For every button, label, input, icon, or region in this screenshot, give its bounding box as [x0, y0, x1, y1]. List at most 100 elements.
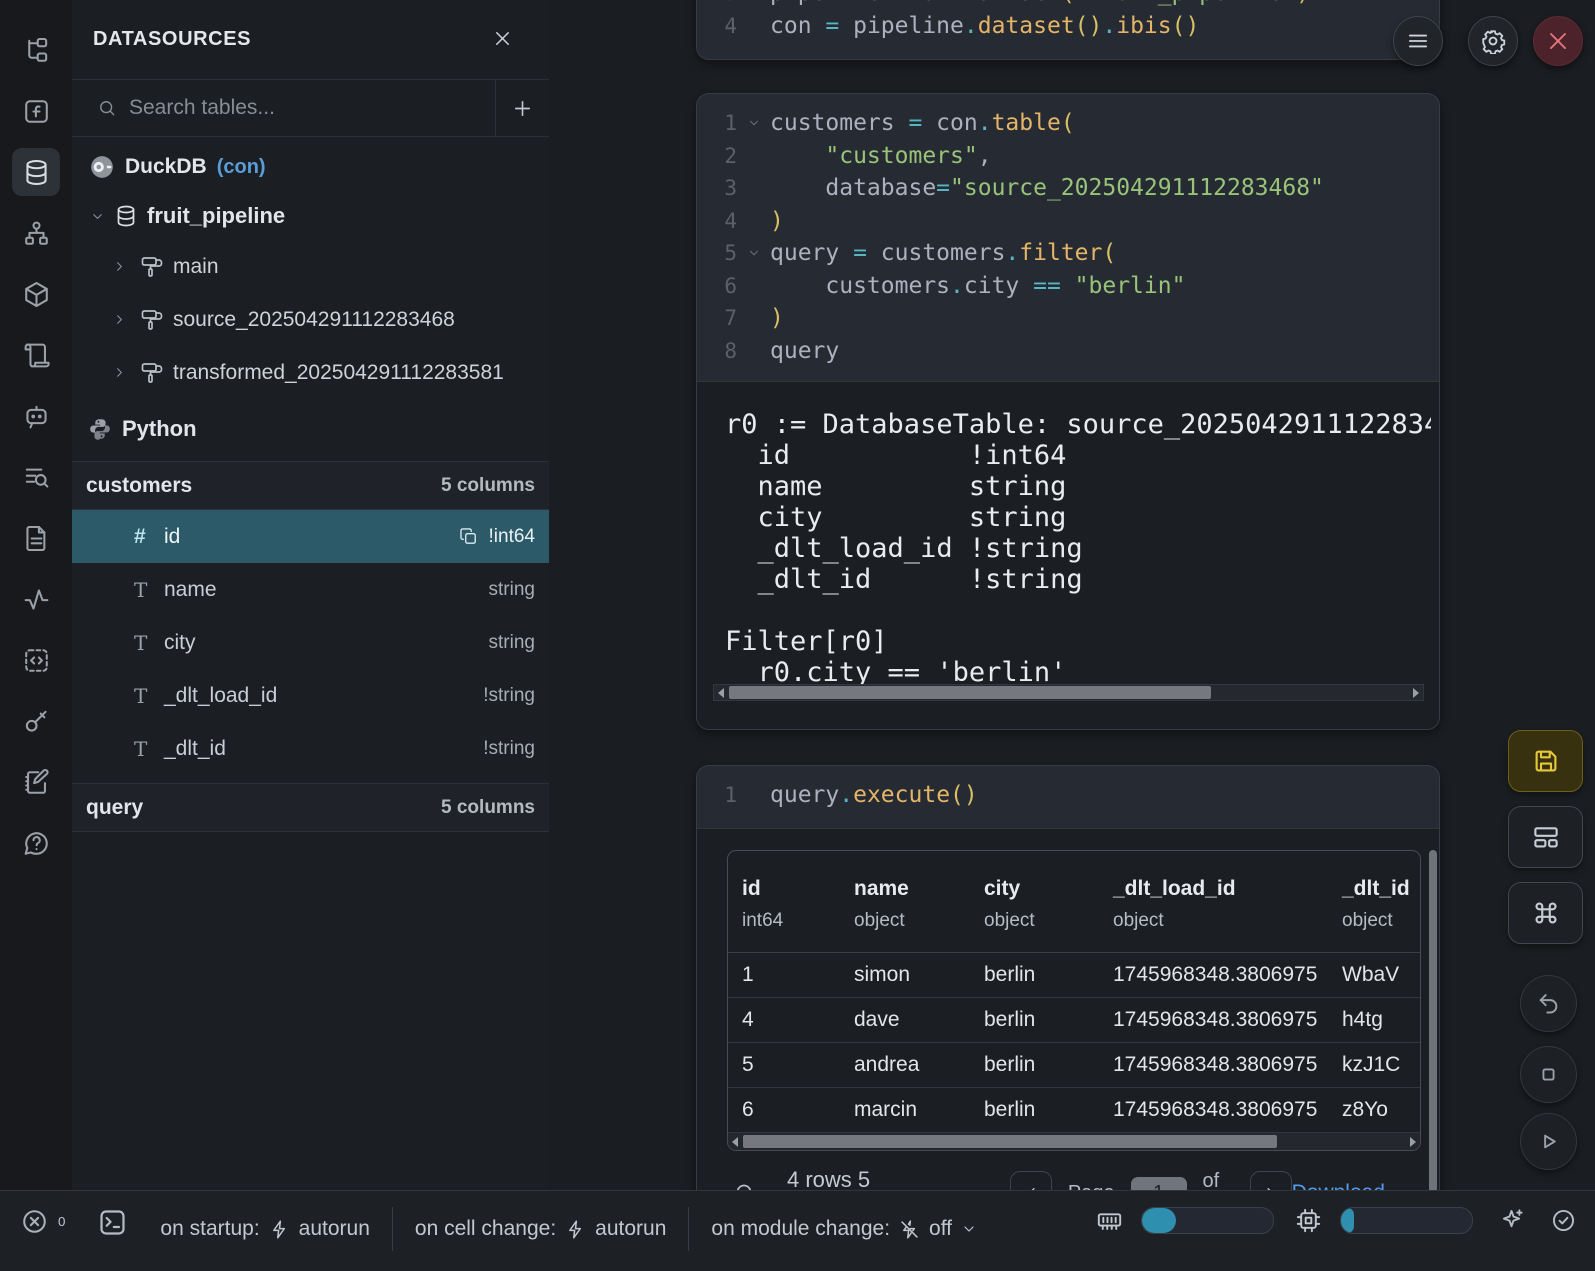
rail-item-code-block[interactable]: [12, 636, 60, 684]
table-cell: 1745968348.3806975: [1099, 1008, 1328, 1032]
statusbar-autorun-setting[interactable]: on cell change:autorun: [415, 1217, 667, 1241]
column-row-_dlt_load_id[interactable]: T_dlt_load_id!string: [72, 669, 549, 722]
connection-duckdb[interactable]: DuckDB(con): [72, 142, 549, 192]
line-number: 8: [697, 339, 737, 363]
rail-item-org-chart[interactable]: [12, 209, 60, 257]
code-cell-1[interactable]: 3pipeline = dlt.attach("fruit_pipeline")…: [696, 0, 1440, 60]
status-bar: 0 on startup:autorun on cell change:autor…: [0, 1190, 1595, 1271]
column-name-label: _dlt_id: [164, 737, 483, 761]
python-section[interactable]: Python: [72, 405, 549, 453]
settings-button[interactable]: [1468, 16, 1518, 66]
layout-toggle-button[interactable]: [1508, 806, 1583, 868]
cell-2-editor[interactable]: 1customers = con.table(2 "customers",3 d…: [697, 94, 1439, 381]
table-header-city[interactable]: cityobject: [970, 877, 1099, 952]
page-select[interactable]: 1: [1131, 1177, 1187, 1191]
rail-item-file-tree[interactable]: [12, 26, 60, 74]
close-panel-button[interactable]: [492, 28, 513, 52]
scrollbar-thumb[interactable]: [743, 1135, 1277, 1148]
table-cell: berlin: [970, 1008, 1099, 1032]
statusbar-off-setting[interactable]: on module change:off: [711, 1217, 977, 1241]
rail-item-function[interactable]: [12, 87, 60, 135]
column-row-city[interactable]: Tcitystring: [72, 616, 549, 669]
rail-item-file-text[interactable]: [12, 514, 60, 562]
table-row[interactable]: 1simonberlin1745968348.3806975WbaV: [728, 953, 1420, 998]
add-datasource-button[interactable]: [495, 80, 549, 136]
code-cell-2[interactable]: 1customers = con.table(2 "customers",3 d…: [696, 93, 1440, 730]
download-link[interactable]: Download: [1292, 1181, 1407, 1190]
table-section-query[interactable]: query5 columns: [72, 783, 549, 832]
table-header-_dlt_id[interactable]: _dlt_idobject: [1328, 877, 1421, 952]
table-header-name[interactable]: nameobject: [840, 877, 970, 952]
terminal-button[interactable]: [97, 1207, 128, 1238]
rail-item-list-search[interactable]: [12, 453, 60, 501]
scroll-left-arrow[interactable]: [728, 1133, 742, 1150]
rail-item-notebook-pen[interactable]: [12, 758, 60, 806]
org-chart-icon: [22, 219, 51, 248]
schema-item-transformed_202504291112283581[interactable]: transformed_202504291112283581: [72, 346, 549, 399]
scrollbar-thumb[interactable]: [729, 686, 1211, 699]
stop-button[interactable]: [1520, 1046, 1577, 1103]
table-row[interactable]: 5andreaberlin1745968348.3806975kzJ1C: [728, 1043, 1420, 1088]
output-vertical-scrollbar[interactable]: [1429, 850, 1437, 1190]
run-button[interactable]: [1520, 1113, 1577, 1170]
cell-1-editor[interactable]: 3pipeline = dlt.attach("fruit_pipeline")…: [697, 0, 1439, 56]
cpu-usage-meter[interactable]: [1295, 1207, 1473, 1234]
ai-sparkles-button[interactable]: [1498, 1207, 1525, 1234]
notebook-pen-icon: [22, 768, 51, 797]
rail-item-bot-chat[interactable]: [12, 392, 60, 440]
rail-item-scroll[interactable]: [12, 331, 60, 379]
header-dtype: object: [1113, 910, 1328, 932]
setting-value: autorun: [299, 1217, 370, 1241]
search-icon: [97, 98, 117, 118]
error-count-button[interactable]: 0: [20, 1207, 65, 1236]
code-cell-3[interactable]: 1query.execute() idint64nameobjectcityob…: [696, 765, 1440, 1190]
table-header-_dlt_load_id[interactable]: _dlt_load_idobject: [1099, 877, 1328, 952]
scroll-right-arrow[interactable]: [1409, 685, 1423, 700]
table-section-customers[interactable]: customers5 columns: [72, 461, 549, 510]
result-table: idint64nameobjectcityobject_dlt_load_ido…: [727, 850, 1421, 1151]
shutdown-button[interactable]: [1533, 16, 1583, 66]
header-dtype: object: [984, 910, 1099, 932]
database-item-fruit_pipeline[interactable]: fruit_pipeline: [72, 192, 549, 240]
database-icon: [22, 158, 51, 187]
copy-icon[interactable]: [459, 527, 478, 546]
notebook-area: 3pipeline = dlt.attach("fruit_pipeline")…: [549, 0, 1595, 1190]
next-page-button[interactable]: [1250, 1171, 1292, 1190]
table-row[interactable]: 4daveberlin1745968348.3806975h4tg: [728, 998, 1420, 1043]
rail-item-key[interactable]: [12, 697, 60, 745]
column-name-label: _dlt_load_id: [164, 684, 483, 708]
output-horizontal-scrollbar[interactable]: [713, 684, 1424, 701]
column-row-_dlt_id[interactable]: T_dlt_id!string: [72, 722, 549, 775]
cell-3-editor[interactable]: 1query.execute(): [697, 766, 1439, 826]
column-row-name[interactable]: Tnamestring: [72, 563, 549, 616]
table-horizontal-scrollbar[interactable]: [728, 1133, 1420, 1150]
setting-label: on module change:: [711, 1217, 890, 1241]
meter-fill: [1341, 1208, 1354, 1233]
table-row[interactable]: 6marcinberlin1745968348.3806975z8Yo: [728, 1088, 1420, 1133]
scroll-left-arrow[interactable]: [714, 685, 728, 700]
table-cell: berlin: [970, 1098, 1099, 1122]
command-palette-button[interactable]: [1508, 882, 1583, 944]
scroll-right-arrow[interactable]: [1406, 1133, 1420, 1150]
schema-item-main[interactable]: main: [72, 240, 549, 293]
rail-item-cube[interactable]: [12, 270, 60, 318]
undo-button[interactable]: [1520, 975, 1577, 1032]
table-header-id[interactable]: idint64: [728, 877, 840, 952]
header-dtype: object: [854, 910, 970, 932]
rail-item-help[interactable]: [12, 819, 60, 867]
rail-item-database[interactable]: [12, 148, 60, 196]
table-search-icon[interactable]: [733, 1181, 757, 1190]
search-tables-input[interactable]: [117, 96, 495, 120]
statusbar-autorun-setting[interactable]: on startup:autorun: [160, 1217, 369, 1241]
code-text: con = pipeline.dataset().ibis(): [770, 13, 1199, 39]
cube-icon: [22, 280, 51, 309]
notebook-menu-button[interactable]: [1393, 16, 1443, 66]
connection-status-button[interactable]: [1550, 1207, 1577, 1234]
rail-item-activity[interactable]: [12, 575, 60, 623]
datasources-header: DATASOURCES: [72, 0, 549, 80]
column-row-id[interactable]: #id!int64: [72, 510, 549, 563]
schema-item-source_202504291112283468[interactable]: source_202504291112283468: [72, 293, 549, 346]
prev-page-button[interactable]: [1010, 1171, 1052, 1190]
save-button[interactable]: [1508, 730, 1583, 792]
memory-usage-meter[interactable]: [1096, 1207, 1274, 1234]
